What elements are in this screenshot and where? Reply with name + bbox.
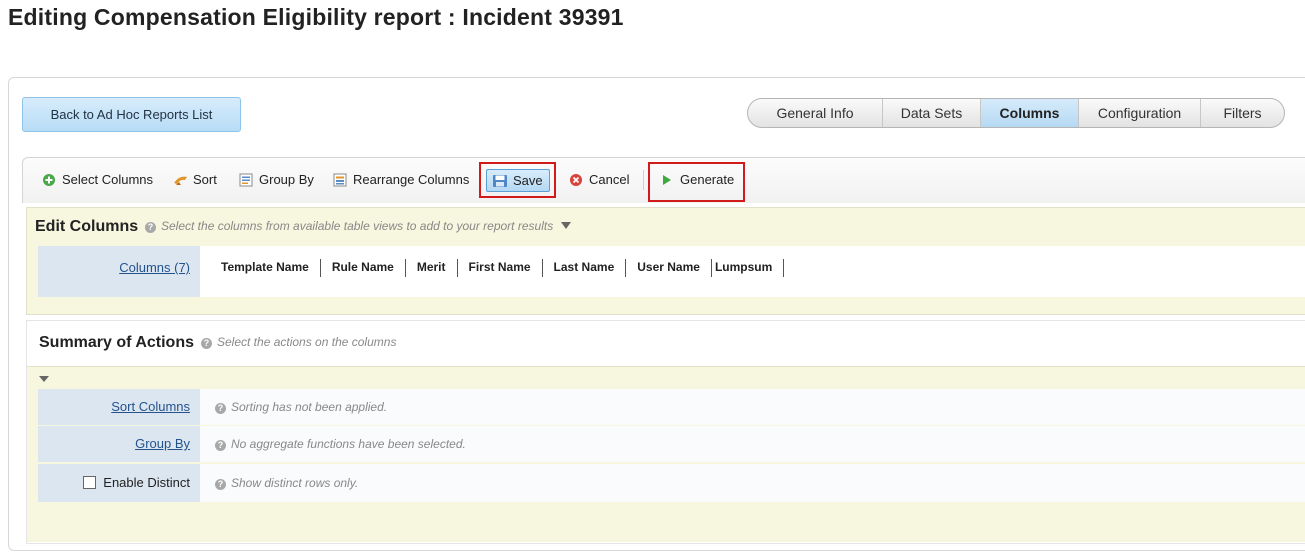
edit-columns-title: Edit Columns: [35, 218, 139, 235]
enable-distinct-checkbox[interactable]: [83, 476, 97, 489]
group-by-label-cell: Group By: [38, 426, 200, 462]
tab-data-sets[interactable]: Data Sets: [882, 99, 980, 127]
group-list-icon: [239, 160, 253, 187]
save-disk-icon: [492, 173, 508, 187]
select-columns-button[interactable]: Select Columns: [42, 157, 153, 203]
columns-link[interactable]: Columns (7): [119, 260, 190, 275]
group-by-button[interactable]: Group By: [239, 157, 314, 203]
edit-columns-hint: ? Select the columns from available table…: [145, 219, 572, 233]
generate-button[interactable]: Generate: [662, 157, 734, 203]
help-icon: ?: [215, 479, 226, 490]
page-title: Editing Compensation Eligibility report …: [8, 4, 624, 30]
column-header[interactable]: Template Name: [209, 259, 321, 277]
expand-icon[interactable]: [561, 222, 572, 229]
sort-columns-link[interactable]: Sort Columns: [111, 399, 190, 414]
group-by-link[interactable]: Group By: [135, 436, 190, 451]
column-header[interactable]: Last Name: [543, 259, 627, 277]
sort-icon: [173, 160, 187, 185]
help-icon: ?: [215, 403, 226, 414]
save-button[interactable]: Save: [486, 169, 550, 192]
enable-distinct-status: ? Show distinct rows only.: [200, 464, 1305, 502]
enable-distinct-label-cell: Enable Distinct: [38, 464, 200, 502]
tab-columns[interactable]: Columns: [980, 99, 1078, 127]
rearrange-icon: [333, 160, 347, 187]
help-icon: ?: [145, 222, 156, 233]
summary-title: Summary of Actions: [39, 334, 194, 351]
collapse-icon[interactable]: [39, 376, 49, 382]
selected-columns-list: Template Name Rule Name Merit First Name…: [209, 259, 785, 277]
rearrange-columns-button[interactable]: Rearrange Columns: [333, 157, 469, 203]
summary-row-group-by: Group By ? No aggregate functions have be…: [38, 426, 1305, 462]
summary-row-sort: Sort Columns ? Sorting has not been appli…: [38, 389, 1305, 425]
columns-label-cell: Columns (7): [38, 246, 200, 297]
column-header[interactable]: Lumpsum: [712, 259, 785, 277]
toolbar-divider: [643, 170, 644, 190]
help-icon: ?: [215, 440, 226, 451]
back-to-reports-button[interactable]: Back to Ad Hoc Reports List: [22, 97, 241, 132]
column-header[interactable]: User Name: [626, 259, 712, 277]
add-circle-icon: [42, 160, 56, 186]
summary-hint: ? Select the actions on the columns: [201, 335, 396, 349]
sort-columns-label-cell: Sort Columns: [38, 389, 200, 425]
summary-row-distinct: Enable Distinct ? Show distinct rows only…: [38, 464, 1305, 502]
play-icon: [662, 160, 672, 185]
column-header[interactable]: First Name: [458, 259, 543, 277]
sort-columns-status: ? Sorting has not been applied.: [200, 389, 1305, 425]
tab-configuration[interactable]: Configuration: [1078, 99, 1200, 127]
cancel-button[interactable]: Cancel: [569, 157, 629, 203]
tab-general-info[interactable]: General Info: [748, 99, 882, 127]
column-header[interactable]: Rule Name: [321, 259, 406, 277]
sort-button[interactable]: Sort: [173, 157, 217, 203]
group-by-status: ? No aggregate functions have been select…: [200, 426, 1305, 462]
editor-tabs: General Info Data Sets Columns Configura…: [747, 98, 1285, 128]
column-header[interactable]: Merit: [406, 259, 458, 277]
cancel-icon: [569, 160, 583, 186]
help-icon: ?: [201, 338, 212, 349]
tab-filters[interactable]: Filters: [1200, 99, 1284, 127]
